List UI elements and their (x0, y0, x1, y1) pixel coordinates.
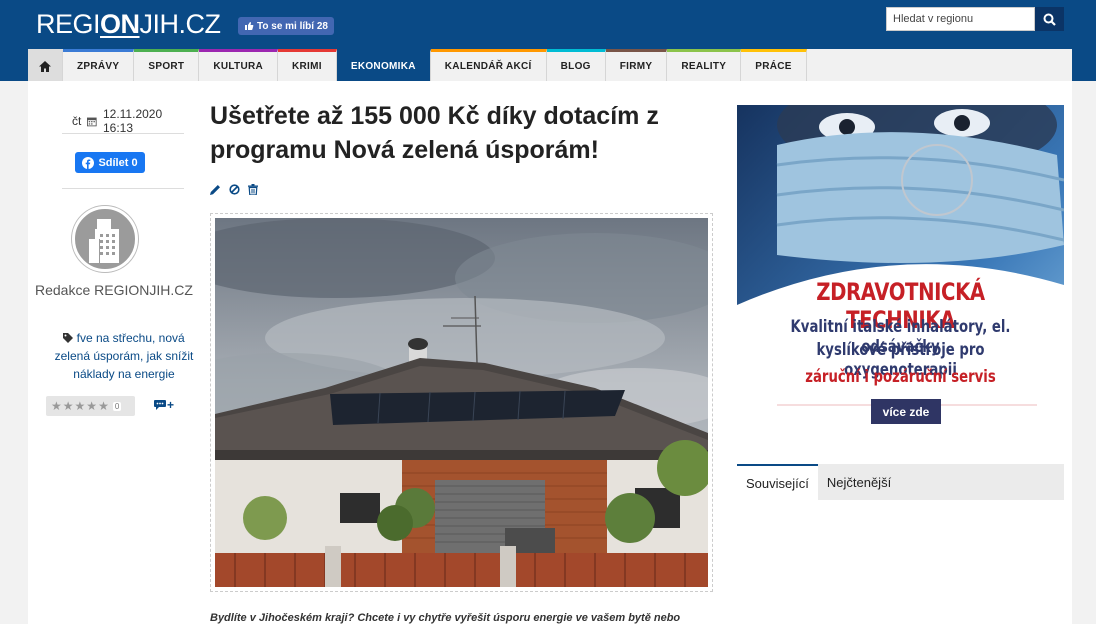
share-label: Sdílet 0 (98, 156, 138, 169)
search-form (886, 7, 1064, 31)
author-avatar[interactable] (72, 206, 138, 272)
search-input[interactable] (886, 7, 1035, 31)
search-icon (1043, 13, 1056, 26)
star-icon[interactable]: ★ (63, 399, 74, 413)
divider (62, 188, 184, 189)
home-icon (39, 61, 51, 72)
house-with-solar-panels-image (215, 218, 708, 587)
star-icon[interactable]: ★ (51, 399, 62, 413)
sidebar-tabs: Související Nejčtenější (737, 464, 1064, 500)
site-logo[interactable]: REGI ON JIH.CZ (36, 9, 221, 39)
publish-date: čt 12.11.2020 16:13 (62, 107, 184, 135)
star-rating[interactable]: ★ ★ ★ ★ ★ 0 (46, 396, 135, 416)
building-icon (89, 219, 119, 263)
divider (62, 133, 184, 134)
nav-home[interactable] (28, 49, 63, 81)
star-icon[interactable]: ★ (86, 399, 97, 413)
nav-item-zpravy[interactable]: ZPRÁVY (63, 49, 135, 81)
calendar-icon (87, 117, 97, 126)
doctor-mask-ad-image (737, 105, 1064, 447)
nav-item-reality[interactable]: REALITY (667, 49, 742, 81)
article-photo-frame (210, 213, 713, 592)
publish-day: čt (72, 114, 82, 128)
search-button[interactable] (1035, 7, 1064, 31)
facebook-icon (82, 156, 95, 169)
edit-icon[interactable] (210, 184, 221, 195)
article-tags: fve na střechu, nová zelená úsporám, jak… (54, 329, 194, 383)
logo-text-3: JIH.CZ (139, 9, 222, 39)
star-icon[interactable]: ★ (75, 399, 86, 413)
facebook-like-label: To se mi líbí 28 (257, 20, 328, 32)
logo-text-2: ON (100, 9, 140, 39)
rating-count: 0 (112, 401, 122, 411)
comment-plus-label: + (167, 398, 175, 412)
article-photo[interactable] (215, 218, 708, 587)
nav-item-prace[interactable]: PRÁCE (741, 49, 807, 81)
comment-icon (154, 400, 166, 410)
nav-item-blog[interactable]: BLOG (546, 49, 606, 81)
article-title: Ušetřete až 155 000 Kč díky dotacím z pr… (210, 102, 659, 164)
author-name[interactable]: Redakce REGIONJIH.CZ (35, 282, 195, 298)
facebook-like-button[interactable]: To se mi líbí 28 (238, 17, 334, 35)
tags-text[interactable]: fve na střechu, nová zelená úsporám, jak… (55, 331, 194, 381)
facebook-share-button[interactable]: Sdílet 0 (75, 152, 145, 173)
nav-item-sport[interactable]: SPORT (134, 49, 200, 81)
star-icon[interactable]: ★ (98, 399, 109, 413)
trash-icon[interactable] (248, 184, 258, 195)
ad-more-button[interactable]: více zde (871, 399, 941, 424)
logo-text-1: REGI (36, 9, 101, 39)
advertisement-banner[interactable]: ZDRAVOTNICKÁ TECHNIKA Kvalitní italské i… (737, 105, 1064, 447)
article-lead: Bydlíte v Jihočeském kraji? Chcete i vy … (210, 612, 681, 624)
site-header: REGIONJIH.CZ To se mi líbí 28 ZPRÁVY SPO… (0, 0, 1096, 81)
nav-item-kalendar-akci[interactable]: KALENDÁŘ AKCÍ (430, 49, 547, 81)
nav-item-kultura[interactable]: KULTURA (199, 49, 279, 81)
ad-line: záruční i pozáruční servis (805, 367, 996, 387)
tag-icon (63, 333, 74, 343)
tab-related[interactable]: Související (737, 464, 818, 500)
nav-item-krimi[interactable]: KRIMI (278, 49, 337, 81)
publish-datetime: 12.11.2020 16:13 (102, 107, 163, 135)
thumbs-up-icon (245, 22, 254, 30)
nav-item-ekonomika[interactable]: EKONOMIKA (336, 49, 431, 81)
page-background-left (0, 81, 28, 624)
article-tools (210, 184, 258, 195)
block-icon[interactable] (229, 184, 240, 195)
main-nav: ZPRÁVY SPORT KULTURA KRIMI EKONOMIKA KAL… (28, 49, 1072, 81)
page-background-right (1072, 81, 1096, 624)
add-comment-button[interactable]: + (154, 398, 174, 412)
nav-item-firmy[interactable]: FIRMY (605, 49, 668, 81)
main-content: čt 12.11.2020 16:13 Sdílet 0 Redakce REG… (28, 81, 1072, 624)
tab-most-read[interactable]: Nejčtenější (818, 464, 900, 500)
